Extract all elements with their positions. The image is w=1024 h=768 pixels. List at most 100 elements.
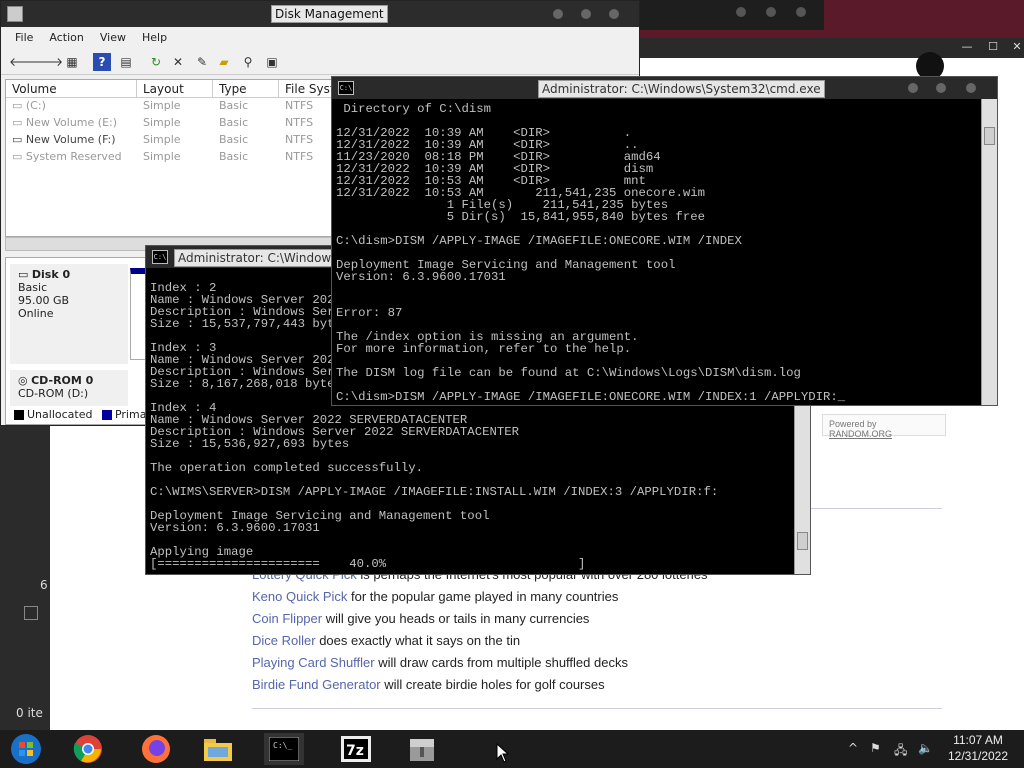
installer-taskbar-button[interactable] [402, 733, 442, 765]
drive-icon: ▭ [12, 99, 26, 112]
column-header-type[interactable]: Type [213, 80, 279, 97]
refresh-icon[interactable]: ↻ [147, 53, 165, 71]
clock-date: 12/31/2022 [947, 749, 1009, 763]
disk-management-icon [7, 6, 23, 22]
random-org-link[interactable]: RANDOM.ORG [829, 429, 892, 439]
close-icon[interactable] [796, 7, 806, 17]
item-count-label: 0 ite [16, 706, 43, 720]
scroll-thumb[interactable] [797, 532, 808, 550]
list-item: Dice Roller does exactly what it says on… [252, 633, 521, 648]
back-arrow-icon[interactable]: 🡐 [9, 53, 41, 71]
console-tree-icon[interactable]: ▦ [63, 53, 81, 71]
list-item: Keno Quick Pick for the popular game pla… [252, 589, 619, 604]
tool-link[interactable]: Keno Quick Pick [252, 589, 347, 604]
cmd-icon: C:\_ [269, 737, 299, 761]
clock[interactable]: 11:07 AM 12/31/2022 [940, 732, 1016, 764]
console-output[interactable]: Directory of C:\dism 12/31/2022 10:39 AM… [336, 103, 976, 403]
cmd-icon: C:\ [152, 250, 168, 264]
forward-arrow-icon[interactable]: 🡒 [31, 53, 63, 71]
settings-icon[interactable]: ▣ [263, 53, 281, 71]
console-line: C:\WIMS\SERVER>DISM /APPLY-IMAGE /IMAGEF… [150, 485, 719, 499]
minimize-icon[interactable] [736, 7, 746, 17]
help-icon[interactable]: ? [93, 53, 111, 71]
tool-link[interactable]: Playing Card Shuffler [252, 655, 375, 670]
console-line: Size : 15,536,927,693 bytes [150, 437, 350, 451]
mouse-cursor-icon [496, 743, 510, 763]
show-hidden-icons-icon[interactable]: ^ [848, 741, 858, 755]
legend-swatch [101, 410, 112, 420]
divider [252, 708, 942, 709]
column-header-filesystem[interactable]: File Syst [279, 80, 339, 97]
firefox-icon [142, 735, 170, 763]
chrome-icon [73, 735, 102, 763]
maximize-icon[interactable] [581, 9, 591, 19]
legend-swatch [14, 410, 24, 420]
maximize-icon[interactable] [936, 83, 946, 93]
close-icon[interactable]: ✕ [1004, 40, 1024, 56]
cdrom-0-card[interactable]: ◎ CD-ROM 0 CD-ROM (D:) [10, 370, 128, 406]
titlebar[interactable]: Disk Management [1, 1, 639, 27]
hard-disk-icon: ▭ [18, 268, 32, 281]
clock-time: 11:07 AM [953, 733, 1003, 747]
drive-icon: ▭ [12, 150, 26, 163]
7zip-taskbar-button[interactable]: 7z [336, 733, 376, 765]
minimize-icon[interactable] [553, 9, 563, 19]
column-header-volume[interactable]: Volume [6, 80, 137, 97]
volume-icon[interactable]: 🔈 [918, 741, 933, 755]
powered-by-badge[interactable]: Powered by RANDOM.ORG [822, 414, 946, 439]
scroll-thumb[interactable] [984, 127, 995, 145]
cmd-window-front: C:\ Administrator: C:\Windows\System32\c… [331, 76, 998, 406]
drive-icon: ▭ [12, 133, 26, 146]
titlebar[interactable]: C:\ Administrator: C:\Windows\System32\c… [332, 77, 997, 99]
disk-0-card[interactable]: ▭ Disk 0 Basic 95.00 GB Online [10, 264, 128, 364]
action-center-flag-icon[interactable]: ⚑ [870, 741, 881, 755]
svg-text:C:\_: C:\_ [273, 741, 292, 750]
tool-link[interactable]: Birdie Fund Generator [252, 677, 381, 692]
installer-icon [410, 739, 434, 761]
background-window-titlebar [640, 0, 824, 30]
vertical-scrollbar[interactable] [981, 99, 997, 405]
list-item: Birdie Fund Generator will create birdie… [252, 677, 605, 692]
maximize-icon[interactable]: ☐ [980, 40, 1006, 56]
console-line: [====================== 40.0% ] [150, 557, 586, 570]
minimize-icon[interactable] [908, 83, 918, 93]
console-line: C:\dism>DISM /APPLY-IMAGE /IMAGEFILE:ONE… [336, 390, 846, 403]
close-icon[interactable] [966, 83, 976, 93]
firefox-taskbar-button[interactable] [136, 733, 176, 765]
menu-action[interactable]: Action [41, 27, 91, 49]
menu-help[interactable]: Help [134, 27, 175, 49]
svg-text:7z: 7z [346, 743, 364, 759]
taskbar: C:\_ 7z ^ ⚑ 🖧 🔈 11:07 AM 12/31/2022 [0, 730, 1024, 768]
windows-orb-icon [11, 734, 41, 764]
folder-icon [204, 739, 232, 761]
close-icon[interactable] [609, 9, 619, 19]
tool-link[interactable]: Dice Roller [252, 633, 316, 648]
legend: Unallocated Primary [14, 408, 157, 421]
check-disk-icon[interactable]: ✎ [193, 53, 211, 71]
properties-icon[interactable]: ▤ [117, 53, 135, 71]
start-button[interactable] [6, 733, 46, 765]
column-header-layout[interactable]: Layout [137, 80, 213, 97]
console-line: The operation completed successfully. [150, 461, 424, 475]
tools-list: Lottery Quick Pick is perhaps the Intern… [252, 564, 932, 696]
menu-bar: File Action View Help [1, 27, 639, 49]
list-item: Coin Flipper will give you heads or tail… [252, 611, 590, 626]
minimize-icon[interactable]: — [954, 40, 980, 56]
menu-file[interactable]: File [7, 27, 41, 49]
search-icon[interactable]: ⚲ [239, 53, 257, 71]
maximize-icon[interactable] [766, 7, 776, 17]
computer-icon [24, 606, 38, 620]
menu-view[interactable]: View [92, 27, 134, 49]
file-explorer-taskbar-button[interactable] [198, 733, 238, 765]
console-line: 5 Dir(s) 15,841,955,840 bytes free [336, 210, 705, 224]
tool-link[interactable]: Coin Flipper [252, 611, 322, 626]
network-icon[interactable]: 🖧 [894, 741, 907, 762]
console-line: Version: 6.3.9600.17031 [336, 270, 506, 284]
window-title: Administrator: C:\Windows\System32\cmd.e… [538, 80, 825, 98]
chrome-taskbar-button[interactable] [68, 733, 108, 765]
open-folder-icon[interactable]: ▰ [215, 53, 233, 71]
delete-icon[interactable]: ✕ [169, 53, 187, 71]
command-prompt-taskbar-button[interactable]: C:\_ [264, 733, 304, 765]
